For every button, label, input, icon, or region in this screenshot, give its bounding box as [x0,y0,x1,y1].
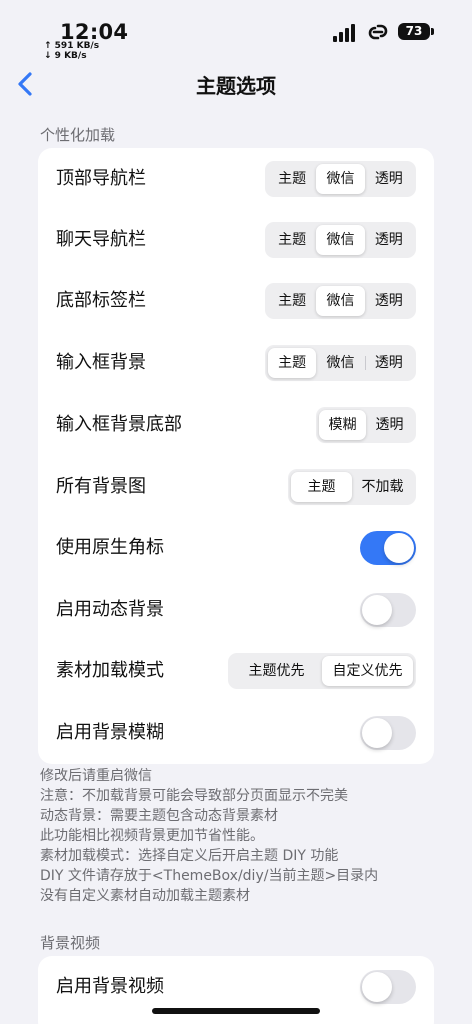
section-header-background-video: 背景视频 [40,934,101,952]
native-badge-toggle[interactable] [360,531,416,565]
segment-wechat[interactable]: 微信 [316,348,364,378]
segment-theme-first[interactable]: 主题优先 [231,656,322,686]
personalization-card: 顶部导航栏 主题 微信 透明 聊天导航栏 主题 微信 透明 底部标签栏 主题 微… [38,148,434,764]
segment-transparent[interactable]: 透明 [365,164,413,194]
chat-nav-bar-segmented-control: 主题 微信 透明 [265,222,416,258]
row-bottom-tab-bar: 底部标签栏 主题 微信 透明 [38,270,434,331]
row-label: 聊天导航栏 [56,229,146,250]
segment-transparent[interactable]: 透明 [365,225,413,255]
dynamic-background-toggle[interactable] [360,593,416,627]
row-all-backgrounds: 所有背景图 主题 不加载 [38,456,434,517]
toggle-knob [384,533,414,563]
row-label: 使用原生角标 [56,537,164,558]
note-line: 注意：不加载背景可能会导致部分页面显示不完美 [40,788,348,804]
section-header-personalization: 个性化加载 [40,126,116,144]
note-line: 没有自定义素材自动加载主题素材 [40,888,250,904]
note-line: 修改后请重启微信 [40,768,152,784]
note-line: DIY 文件请存放于<ThemeBox/diy/当前主题>目录内 [40,868,379,884]
segment-theme[interactable]: 主题 [268,348,317,378]
all-backgrounds-segmented-control: 主题 不加载 [288,469,416,505]
row-label: 底部标签栏 [56,290,146,311]
note-line: 动态背景：需要主题包含动态背景素材 [40,808,278,824]
row-label: 启用背景模糊 [56,722,164,743]
row-label: 输入框背景底部 [56,414,182,435]
page-title: 主题选项 [196,74,276,98]
segment-transparent[interactable]: 透明 [364,348,413,378]
row-dynamic-background: 启用动态背景 [38,579,434,640]
note-line: 素材加载模式：选择自定义后开启主题 DIY 功能 [40,848,339,864]
bottom-tab-bar-segmented-control: 主题 微信 透明 [265,283,416,319]
toggle-knob [362,972,392,1002]
segment-theme[interactable]: 主题 [268,164,316,194]
row-label: 启用背景视频 [56,976,164,997]
segment-no-load[interactable]: 不加载 [352,472,413,502]
segment-wechat[interactable]: 微信 [316,286,365,316]
segment-theme[interactable]: 主题 [291,472,352,502]
toggle-knob [362,718,392,748]
footer-notes: 修改后请重启微信 注意：不加载背景可能会导致部分页面显示不完美 动态背景：需要主… [40,766,378,906]
row-label: 启用动态背景 [56,599,164,620]
row-native-badge: 使用原生角标 [38,517,434,578]
toggle-knob [362,595,392,625]
row-background-blur: 启用背景模糊 [38,702,434,763]
row-asset-load-mode: 素材加载模式 主题优先 自定义优先 [38,640,434,701]
battery-icon: 73 [398,23,430,40]
download-speed: ↓ 9 KB/s [44,51,87,61]
segment-transparent[interactable]: 透明 [366,410,413,440]
background-video-toggle[interactable] [360,970,416,1004]
asset-load-mode-segmented-control: 主题优先 自定义优先 [228,653,416,689]
segment-wechat[interactable]: 微信 [316,164,365,194]
segment-theme[interactable]: 主题 [268,286,316,316]
segment-wechat[interactable]: 微信 [316,225,365,255]
row-input-background-bottom: 输入框背景底部 模糊 透明 [38,394,434,455]
row-label: 顶部导航栏 [56,168,146,189]
segment-theme[interactable]: 主题 [268,225,316,255]
row-label: 素材加载模式 [56,660,164,681]
row-chat-nav-bar: 聊天导航栏 主题 微信 透明 [38,209,434,270]
row-input-background: 输入框背景 主题 微信 透明 [38,332,434,393]
row-label: 输入框背景 [56,352,146,373]
row-top-nav-bar: 顶部导航栏 主题 微信 透明 [38,148,434,209]
background-blur-toggle[interactable] [360,716,416,750]
input-background-bottom-segmented-control: 模糊 透明 [316,407,416,443]
segment-transparent[interactable]: 透明 [365,286,413,316]
home-indicator [152,1008,320,1014]
input-background-segmented-control: 主题 微信 透明 [265,345,416,381]
row-label: 所有背景图 [56,476,146,497]
segment-custom-first[interactable]: 自定义优先 [322,656,413,686]
battery-tip [431,28,434,35]
segment-blur[interactable]: 模糊 [319,410,366,440]
cellular-signal-icon [333,24,357,42]
link-icon [368,24,388,40]
upload-speed: ↑ 591 KB/s [44,41,100,51]
status-bar: 12:04 ↑ 591 KB/s ↓ 9 KB/s 73 [0,0,472,64]
top-nav-bar-segmented-control: 主题 微信 透明 [265,161,416,197]
note-line: 此功能相比视频背景更加节省性能。 [40,828,264,844]
